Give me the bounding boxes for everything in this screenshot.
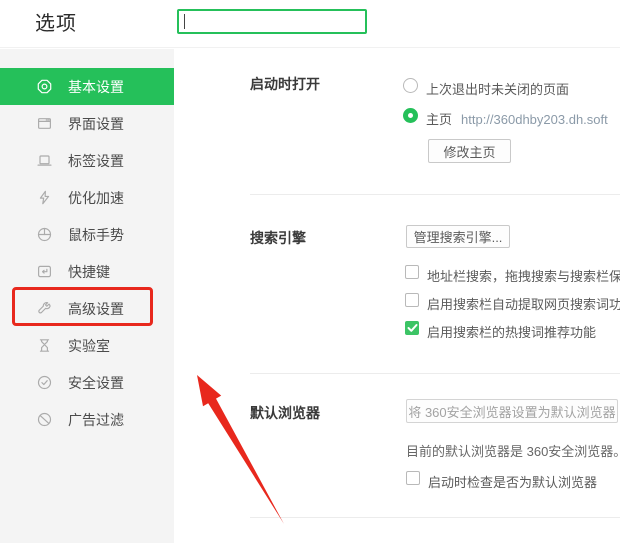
radio-homepage[interactable]: [403, 108, 418, 123]
sidebar-item-label: 快捷键: [68, 262, 110, 282]
sidebar-item-security-settings[interactable]: 安全设置: [0, 364, 174, 401]
default-browser-status-text: 目前的默认浏览器是 360安全浏览器。: [406, 441, 620, 460]
sidebar-item-label: 广告过滤: [68, 410, 124, 430]
sidebar-item-shortcut-keys[interactable]: 快捷键: [0, 253, 174, 290]
shield-check-icon: [37, 375, 52, 390]
sidebar-item-interface-settings[interactable]: 界面设置: [0, 105, 174, 142]
page-title: 选项: [35, 7, 77, 36]
checkbox-auto-extract-keywords-label: 启用搜索栏自动提取网页搜索词功能: [427, 294, 620, 313]
sidebar-item-optimize-speed[interactable]: 优化加速: [0, 179, 174, 216]
window-icon: [37, 116, 52, 131]
checkbox-addressbar-search-label: 地址栏搜索，拖拽搜索与搜索栏保持: [427, 266, 620, 285]
wrench-icon: [37, 301, 52, 316]
sidebar-item-label: 实验室: [68, 336, 110, 356]
block-icon: [37, 412, 52, 427]
header: 选项: [0, 0, 620, 48]
sidebar-item-label: 基本设置: [68, 77, 124, 97]
lightning-icon: [37, 190, 52, 205]
sidebar-item-laboratory[interactable]: 实验室: [0, 327, 174, 364]
section-divider: [250, 517, 620, 518]
radio-homepage-label: 主页http://360dhby203.dh.soft: [426, 109, 608, 128]
sidebar-item-label: 界面设置: [68, 114, 124, 134]
checkbox-check-default-on-startup-label: 启动时检查是否为默认浏览器: [428, 472, 597, 491]
sidebar: 基本设置 界面设置 标签设置 优化加速 鼠标手势 快捷键 高级设: [0, 49, 174, 543]
sidebar-item-label: 高级设置: [68, 299, 124, 319]
homepage-url: http://360dhby203.dh.soft: [461, 112, 608, 127]
search-engine-section-label: 搜索引擎: [250, 228, 306, 248]
checkbox-auto-extract-keywords[interactable]: [405, 293, 419, 307]
hourglass-icon: [37, 338, 52, 353]
sidebar-item-label: 鼠标手势: [68, 225, 124, 245]
set-default-browser-button[interactable]: 将 360安全浏览器设置为默认浏览器: [406, 399, 618, 423]
enter-key-icon: [37, 264, 52, 279]
sidebar-item-mouse-gestures[interactable]: 鼠标手势: [0, 216, 174, 253]
default-browser-section-label: 默认浏览器: [250, 403, 320, 423]
text-caret: [184, 14, 185, 29]
radio-last-session-label: 上次退出时未关闭的页面: [426, 79, 569, 98]
checkbox-hot-search-suggestions-label: 启用搜索栏的热搜词推荐功能: [427, 322, 596, 341]
startup-section-label: 启动时打开: [250, 74, 320, 94]
sidebar-item-basic-settings[interactable]: 基本设置: [0, 68, 174, 105]
manage-search-engines-button[interactable]: 管理搜索引擎...: [406, 225, 510, 248]
sidebar-item-tab-settings[interactable]: 标签设置: [0, 142, 174, 179]
section-divider: [250, 373, 620, 374]
sidebar-item-label: 标签设置: [68, 151, 124, 171]
gear-icon: [37, 79, 52, 94]
modify-homepage-button[interactable]: 修改主页: [428, 139, 511, 163]
sidebar-item-advanced-settings[interactable]: 高级设置: [0, 290, 174, 327]
sidebar-item-ad-filter[interactable]: 广告过滤: [0, 401, 174, 438]
search-input[interactable]: [177, 9, 367, 34]
mouse-icon: [37, 227, 52, 242]
checkbox-hot-search-suggestions[interactable]: [405, 321, 419, 335]
sidebar-item-label: 安全设置: [68, 373, 124, 393]
section-divider: [250, 194, 620, 195]
checkbox-check-default-on-startup[interactable]: [406, 471, 420, 485]
checkbox-addressbar-search[interactable]: [405, 265, 419, 279]
laptop-icon: [37, 153, 52, 168]
sidebar-item-label: 优化加速: [68, 188, 124, 208]
radio-last-session[interactable]: [403, 78, 418, 93]
